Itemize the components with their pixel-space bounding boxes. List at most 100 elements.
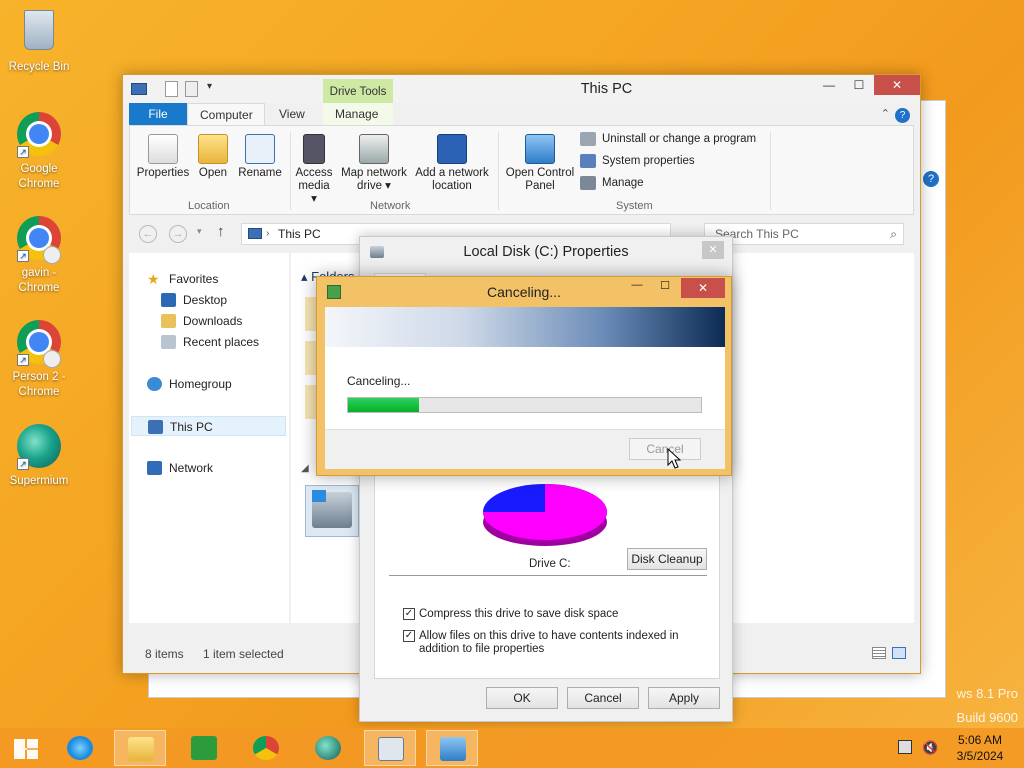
index-checkbox[interactable]: ✓ Allow files on this drive to have cont…	[403, 630, 703, 656]
nav-downloads[interactable]: Downloads	[161, 311, 242, 331]
manage-button[interactable]: Manage	[580, 174, 644, 192]
taskbar-chrome[interactable]	[240, 730, 292, 766]
properties-button[interactable]: Properties	[136, 134, 190, 180]
group-label-location: Location	[188, 200, 230, 212]
desktop-icon-recycle-bin[interactable]: Recycle Bin	[1, 6, 77, 75]
taskbar-file-explorer[interactable]	[114, 730, 166, 766]
properties-close-button[interactable]: ✕	[702, 241, 724, 259]
access-media-icon	[303, 134, 325, 164]
desktop-icon-gavin-chrome[interactable]: ↗ gavin - Chrome	[1, 214, 77, 296]
maximize-button[interactable]: ☐	[844, 75, 874, 95]
up-button[interactable]: ↑	[217, 223, 225, 240]
volume-muted-icon[interactable]: 🔇	[922, 740, 938, 756]
address-text: This PC	[278, 227, 321, 241]
map-drive-label: Map network drive ▾	[341, 167, 407, 192]
drive-tools-context-tab: Drive Tools	[323, 79, 393, 103]
canceling-message: Canceling...	[347, 374, 411, 388]
taskbar-supermium[interactable]	[302, 730, 354, 766]
cancel-button[interactable]: Cancel	[567, 687, 639, 709]
access-media-label: Access media ▾	[295, 167, 333, 205]
map-drive-icon	[359, 134, 389, 164]
start-button[interactable]	[0, 730, 52, 766]
canceling-body: Canceling... Cancel	[325, 307, 725, 469]
properties-icon	[148, 134, 178, 164]
desktop-icon-google-chrome[interactable]: ↗ Google Chrome	[1, 110, 77, 192]
details-view-icon[interactable]	[872, 647, 886, 659]
help-icon[interactable]: ?	[895, 108, 910, 123]
minimize-button[interactable]: —	[814, 75, 844, 95]
canceling-maximize-button[interactable]: ☐	[655, 279, 675, 299]
ok-button[interactable]: OK	[486, 687, 558, 709]
canceling-dialog[interactable]: Canceling... — ☐ ✕ Canceling... Cancel	[316, 276, 732, 476]
rename-button[interactable]: Rename	[236, 134, 284, 180]
system-properties-button[interactable]: System properties	[580, 152, 695, 170]
programs-icon	[580, 132, 596, 146]
title-bar[interactable]: ▾ This PC — ☐ ✕	[123, 75, 920, 103]
canceling-close-button[interactable]: ✕	[681, 278, 725, 298]
manage-label: Manage	[602, 177, 644, 189]
file-explorer-icon	[128, 737, 154, 761]
clock-time: 5:06 AM	[957, 733, 1003, 747]
tab-computer[interactable]: Computer	[187, 103, 265, 125]
canceling-minimize-button[interactable]: —	[627, 279, 647, 299]
taskbar-onscreen-keyboard[interactable]	[364, 730, 416, 766]
nav-homegroup[interactable]: Homegroup	[147, 374, 232, 394]
tab-file[interactable]: File	[129, 103, 187, 125]
network-location-icon	[437, 134, 467, 164]
help-icon[interactable]: ?	[923, 171, 939, 187]
shortcut-arrow-icon: ↗	[17, 250, 29, 262]
chrome-icon: ↗	[15, 216, 63, 264]
taskbar-store[interactable]	[178, 730, 230, 766]
local-disk-tile[interactable]	[305, 485, 359, 537]
recent-locations-chevron-icon[interactable]: ▾	[197, 226, 202, 237]
desktop-icon-person2-chrome[interactable]: ↗ Person 2 - Chrome	[1, 318, 77, 400]
canceling-cancel-button[interactable]: Cancel	[629, 438, 701, 460]
uninstall-program-button[interactable]: Uninstall or change a program	[580, 130, 756, 148]
map-network-drive-button[interactable]: Map network drive ▾	[338, 134, 410, 193]
nav-desktop[interactable]: Desktop	[161, 290, 227, 310]
nav-this-pc[interactable]: This PC	[131, 416, 286, 436]
manage-icon	[580, 176, 596, 190]
desktop-icon-label: Google Chrome	[18, 163, 60, 190]
tab-view[interactable]: View	[267, 103, 317, 125]
recent-places-icon	[161, 335, 176, 349]
compress-checkbox[interactable]: ✓ Compress this drive to save disk space	[403, 608, 618, 621]
nav-network[interactable]: Network	[147, 458, 213, 478]
navigation-pane: ★ Favorites Desktop Downloads Recent pla…	[129, 253, 289, 623]
network-tray-icon[interactable]	[898, 740, 912, 754]
star-icon: ★	[147, 271, 160, 287]
taskbar-control-panel[interactable]	[426, 730, 478, 766]
tab-manage[interactable]: Manage	[323, 103, 393, 125]
separator-line	[389, 575, 707, 576]
nav-recent-places[interactable]: Recent places	[161, 332, 259, 352]
back-button[interactable]: ←	[139, 225, 157, 243]
search-input[interactable]: Search This PC ⌕	[704, 223, 904, 245]
clock[interactable]: 5:06 AM 3/5/2024	[948, 732, 1012, 764]
shortcut-arrow-icon: ↗	[17, 354, 29, 366]
large-icons-view-icon[interactable]	[892, 647, 906, 659]
add-network-location-button[interactable]: Add a network location	[412, 134, 492, 193]
taskbar-internet-explorer[interactable]	[54, 730, 106, 766]
drive-label: Drive C:	[529, 558, 571, 570]
open-control-panel-button[interactable]: Open Control Panel	[502, 134, 578, 193]
close-button[interactable]: ✕	[874, 75, 920, 95]
uninstall-label: Uninstall or change a program	[602, 133, 757, 145]
devices-group-header-icon[interactable]: ◢	[301, 463, 309, 474]
open-button[interactable]: Open	[192, 134, 234, 180]
network-icon	[147, 461, 162, 475]
canceling-footer: Cancel	[325, 429, 725, 469]
desktop-icon-supermium[interactable]: ↗ Supermium	[1, 422, 77, 489]
group-label-system: System	[616, 200, 653, 212]
properties-title: Local Disk (C:) Properties	[463, 244, 629, 260]
ribbon-collapse-icon[interactable]: ⌃	[881, 107, 890, 120]
downloads-folder-icon	[161, 314, 176, 328]
windows-logo-icon	[312, 490, 326, 502]
nav-favorites[interactable]: ★ Favorites	[147, 269, 218, 289]
desktop-icon	[161, 293, 176, 307]
forward-button[interactable]: →	[169, 225, 187, 243]
index-label: Allow files on this drive to have conten…	[419, 630, 679, 655]
supermium-icon: ↗	[15, 424, 63, 472]
apply-button[interactable]: Apply	[648, 687, 720, 709]
access-media-button[interactable]: Access media ▾	[294, 134, 334, 206]
disk-cleanup-button[interactable]: Disk Cleanup	[627, 548, 707, 570]
